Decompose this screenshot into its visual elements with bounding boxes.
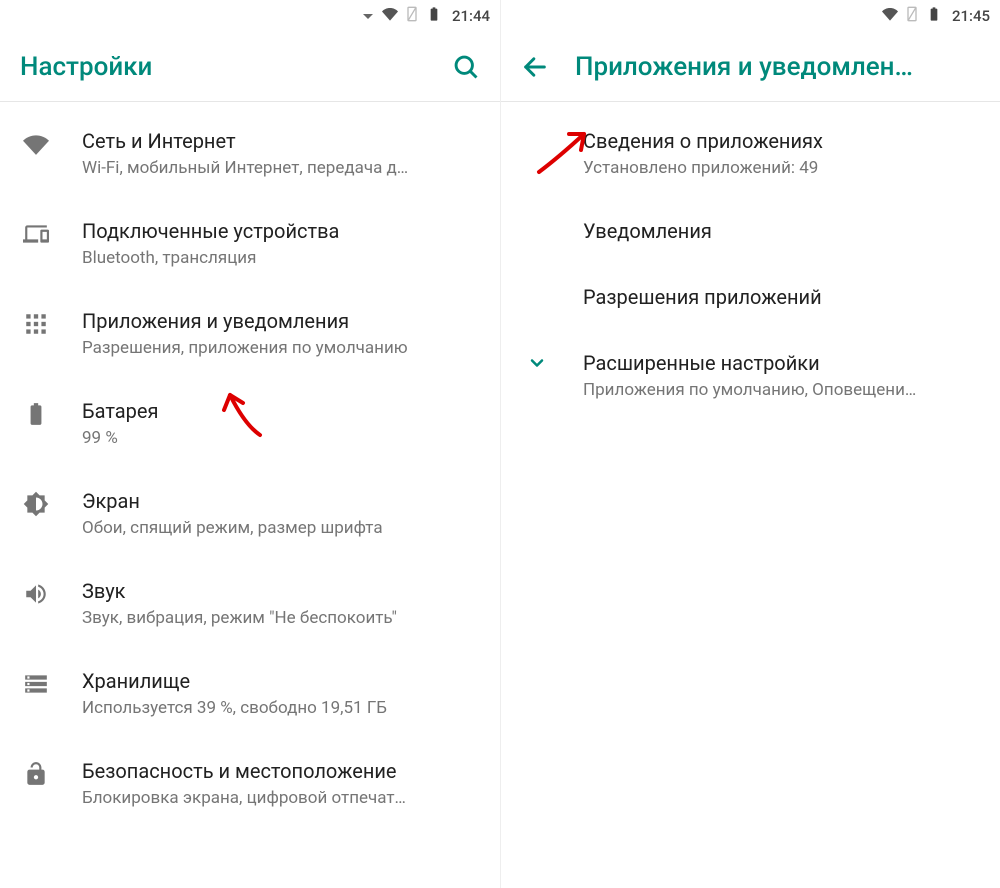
page-title: Приложения и уведомлен…: [575, 52, 980, 82]
item-title: Хранилище: [82, 668, 480, 694]
settings-item-sound[interactable]: Звук Звук, вибрация, режим "Не беспокоит…: [0, 558, 500, 648]
settings-item-apps[interactable]: Приложения и уведомления Разрешения, при…: [0, 288, 500, 378]
settings-list: Сеть и Интернет Wi-Fi, мобильный Интерне…: [0, 102, 500, 828]
apps-item-notifications[interactable]: Уведомления: [501, 198, 1000, 264]
storage-icon: [23, 671, 49, 701]
item-subtitle: Приложения по умолчанию, Оповещени…: [583, 380, 980, 400]
item-title: Приложения и уведомления: [82, 308, 480, 334]
battery-status-icon: [426, 6, 442, 26]
apps-icon: [23, 311, 49, 341]
battery-icon: [23, 401, 49, 431]
status-bar: 21:44: [0, 0, 500, 32]
item-title: Сведения о приложениях: [583, 128, 980, 154]
item-title: Подключенные устройства: [82, 218, 480, 244]
item-title: Разрешения приложений: [583, 284, 980, 310]
item-subtitle: Звук, вибрация, режим "Не беспокоить": [82, 608, 480, 628]
settings-screen: 21:44 Настройки Сеть и Интернет Wi-Fi, м…: [0, 0, 500, 888]
item-subtitle: 99 %: [82, 428, 480, 448]
settings-item-battery[interactable]: Батарея 99 %: [0, 378, 500, 468]
item-subtitle: Wi-Fi, мобильный Интернет, передача д…: [82, 158, 480, 178]
item-title: Звук: [82, 578, 480, 604]
apps-item-advanced[interactable]: Расширенные настройки Приложения по умол…: [501, 330, 1000, 420]
wifi-status-icon: [382, 6, 398, 26]
app-bar: Приложения и уведомлен…: [501, 32, 1000, 102]
battery-status-icon: [926, 6, 942, 26]
item-subtitle: Обои, спящий режим, размер шрифта: [82, 518, 480, 538]
item-title: Уведомления: [583, 218, 980, 244]
status-bar: 21:45: [501, 0, 1000, 32]
apps-list: Сведения о приложениях Установлено прило…: [501, 102, 1000, 420]
back-button[interactable]: [521, 53, 549, 81]
dropdown-indicator-icon: [363, 14, 373, 19]
lock-icon: [23, 761, 49, 791]
search-button[interactable]: [452, 53, 480, 81]
apps-notifications-screen: 21:45 Приложения и уведомлен… Сведения о…: [500, 0, 1000, 888]
settings-item-network[interactable]: Сеть и Интернет Wi-Fi, мобильный Интерне…: [0, 108, 500, 198]
apps-item-permissions[interactable]: Разрешения приложений: [501, 264, 1000, 330]
status-time: 21:45: [952, 7, 990, 25]
devices-icon: [23, 221, 49, 251]
settings-item-security[interactable]: Безопасность и местоположение Блокировка…: [0, 738, 500, 828]
page-title: Настройки: [20, 52, 426, 82]
item-title: Батарея: [82, 398, 480, 424]
settings-item-display[interactable]: Экран Обои, спящий режим, размер шрифта: [0, 468, 500, 558]
wifi-icon: [23, 131, 49, 161]
sim-status-icon: [404, 6, 420, 26]
item-subtitle: Bluetooth, трансляция: [82, 248, 480, 268]
item-subtitle: Разрешения, приложения по умолчанию: [82, 338, 480, 358]
settings-item-storage[interactable]: Хранилище Используется 39 %, свободно 19…: [0, 648, 500, 738]
status-time: 21:44: [452, 7, 490, 25]
wifi-status-icon: [882, 6, 898, 26]
settings-item-connected-devices[interactable]: Подключенные устройства Bluetooth, транс…: [0, 198, 500, 288]
expand-icon: [527, 353, 547, 377]
sim-status-icon: [904, 6, 920, 26]
item-subtitle: Установлено приложений: 49: [583, 158, 980, 178]
apps-item-app-info[interactable]: Сведения о приложениях Установлено прило…: [501, 108, 1000, 198]
app-bar: Настройки: [0, 32, 500, 102]
item-title: Экран: [82, 488, 480, 514]
brightness-icon: [23, 491, 49, 521]
item-subtitle: Блокировка экрана, цифровой отпечат…: [82, 788, 480, 808]
item-title: Безопасность и местоположение: [82, 758, 480, 784]
item-subtitle: Используется 39 %, свободно 19,51 ГБ: [82, 698, 480, 718]
item-title: Расширенные настройки: [583, 350, 980, 376]
sound-icon: [23, 581, 49, 611]
item-title: Сеть и Интернет: [82, 128, 480, 154]
